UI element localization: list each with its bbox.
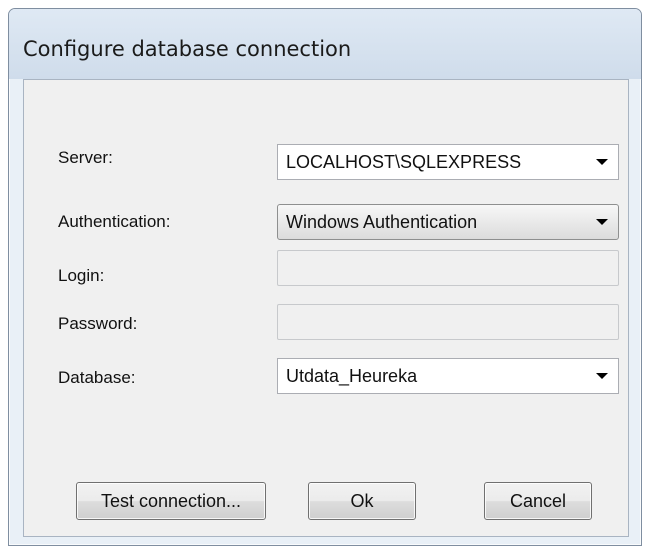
authentication-label: Authentication:	[58, 212, 171, 231]
server-label: Server:	[58, 148, 113, 167]
password-field	[277, 304, 619, 340]
chevron-down-icon[interactable]	[596, 159, 608, 165]
database-combobox[interactable]: Utdata_Heureka	[277, 358, 619, 394]
cancel-button[interactable]: Cancel	[484, 482, 592, 520]
dialog-window: Configure database connection Server: LO…	[8, 8, 642, 546]
authentication-value: Windows Authentication	[286, 211, 478, 232]
database-label: Database:	[58, 368, 136, 387]
test-connection-button[interactable]: Test connection...	[76, 482, 266, 520]
chevron-down-icon[interactable]	[596, 219, 608, 225]
server-value: LOCALHOST\SQLEXPRESS	[286, 151, 522, 172]
server-combobox[interactable]: LOCALHOST\SQLEXPRESS	[277, 144, 619, 180]
login-label: Login:	[58, 266, 105, 285]
database-value: Utdata_Heureka	[286, 365, 418, 386]
title-bar[interactable]: Configure database connection	[9, 9, 641, 79]
password-label: Password:	[58, 314, 138, 333]
chevron-down-icon[interactable]	[596, 373, 608, 379]
authentication-dropdown[interactable]: Windows Authentication	[277, 204, 619, 240]
ok-button[interactable]: Ok	[308, 482, 416, 520]
window-title: Configure database connection	[23, 37, 352, 61]
login-field	[277, 250, 619, 286]
dialog-body: Server: LOCALHOST\SQLEXPRESS Authenticat…	[23, 79, 629, 537]
